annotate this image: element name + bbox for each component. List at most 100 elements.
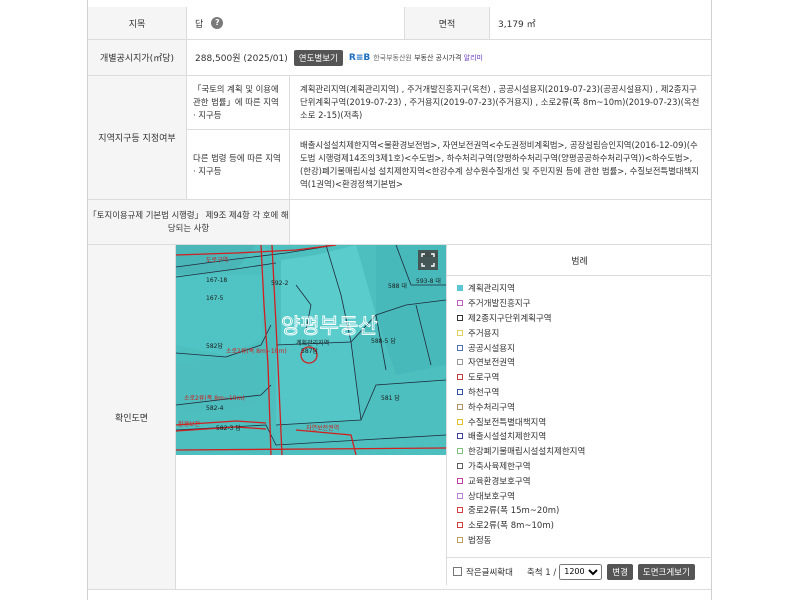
map-label-lot-582-4: 582-4 [206, 405, 224, 412]
large-map-button[interactable]: 도면크게보기 [637, 563, 695, 580]
legend-title: 범례 [447, 245, 712, 276]
reb-logo: R≡B [348, 52, 371, 63]
map-label-lot-587: 587답 [301, 348, 318, 355]
map-label-lot-588: 588 대 [388, 282, 407, 290]
legend-item-label: 주거개발진흥지구 [468, 299, 531, 310]
land-info-table: 지목 답 ? 면적 3,179 ㎡ 개별공시지가(㎡당) 288,500원 (2… [87, 0, 712, 600]
legend-swatch [457, 403, 463, 410]
legend-item: 계획관리지역 [457, 281, 712, 296]
legend-item-label: 소로2류(폭 8m~10m) [468, 521, 554, 532]
national-law-label-text: 「국토의 계획 및 이용에 관한 법률」에 따른 지역 · 지구등 [193, 84, 279, 120]
map-label-lot-167-5: 167-5 [206, 295, 224, 302]
category-label: 지목 [88, 7, 187, 40]
legend-item-label: 한강폐기물매립시설설치제한지역 [468, 447, 586, 458]
help-icon[interactable]: ? [211, 17, 224, 29]
legend-item-label: 중로2류(폭 15m~20m) [468, 506, 560, 517]
legend-item: 도로구역 [457, 370, 712, 385]
area-label-text: 면적 [438, 19, 456, 30]
legend-item: 제2종지구단위계획구역 [457, 311, 712, 326]
map-label-lot-588-5: 588-5 답 [371, 338, 396, 345]
price-label-text: 개별공시지가(㎡당) [100, 54, 174, 64]
map-label-zone-env: 환경보전 [178, 420, 200, 428]
legend-swatch [457, 477, 463, 484]
legend-item-label: 법정동 [468, 535, 492, 546]
reb-link[interactable]: R≡B 한국부동산원 부동산 공시가격 알리미 [349, 53, 483, 63]
legend-item: 상대보호구역 [457, 488, 712, 503]
legend-swatch [457, 329, 463, 336]
legend-footer: 작은글씨확대 축척 1 / 1200 변경 도면크게보기 [447, 557, 712, 585]
map-label-road-top: 도로구역 [206, 256, 228, 264]
enlarge-text-checkbox[interactable] [453, 567, 462, 576]
legend-swatch [457, 359, 463, 366]
legend-item: 하수처리구역 [457, 399, 712, 414]
scale-change-button[interactable]: 변경 [607, 563, 633, 580]
legend-item-label: 주거용지 [468, 328, 500, 339]
legend-item-label: 도로구역 [468, 373, 500, 384]
other-law-label-text: 다른 법령 등에 따른 지역 · 지구등 [193, 152, 281, 176]
area-value: 3,179 ㎡ [498, 19, 536, 30]
legend-swatch [457, 462, 463, 469]
legend-swatch [457, 492, 463, 499]
legend-swatch [457, 448, 463, 455]
map-section-label: 확인도면 [88, 245, 176, 590]
price-value-cell: 288,500원 (2025/01) 연도별보기 R≡B 한국부동산원 부동산 … [187, 40, 711, 76]
legend-swatch [457, 522, 463, 529]
legend-item: 주거개발진흥지구 [457, 296, 712, 311]
category-label-text: 지목 [128, 19, 146, 30]
national-law-value-text: 계획관리지역(계획관리지역) , 주거개발진흥지구(옥천) , 공공시설용지(2… [300, 84, 700, 120]
reb-service-2: 알리미 [463, 53, 483, 62]
legend-item-label: 수질보전특별대책지역 [468, 417, 547, 428]
decree-value [290, 200, 711, 245]
legend-swatch [457, 344, 463, 351]
map-label-road-small-1: 소로2류(폭 8m~10m) [226, 348, 287, 355]
national-law-label: 「국토의 계획 및 이용에 관한 법률」에 따른 지역 · 지구등 [187, 76, 290, 130]
legend-swatch [457, 388, 463, 395]
legend-item: 교육환경보호구역 [457, 473, 712, 488]
legend-item-label: 제2종지구단위계획구역 [468, 313, 552, 324]
map-label-road-small-2: 소로2류(폭 8m~10m) [184, 395, 245, 402]
yearly-view-button[interactable]: 연도별보기 [293, 49, 343, 66]
legend-item: 자연보전권역 [457, 355, 712, 370]
legend-swatch [457, 507, 463, 514]
legend-item: 한강폐기물매립시설설치제한지역 [457, 444, 712, 459]
map-label-lot-167-18: 167-18 [206, 277, 227, 284]
zoning-label-text: 지역지구등 지정여부 [98, 134, 176, 144]
legend-item: 수질보전특별대책지역 [457, 414, 712, 429]
legend-item-label: 교육환경보호구역 [468, 476, 531, 487]
legend-item: 가축사육제한구역 [457, 459, 712, 474]
other-law-value-text: 배출시설설치제한지역<물환경보전법>, 자연보전권역<수도권정비계획법>, 공장… [300, 139, 699, 189]
legend-swatch [457, 536, 463, 543]
area-label: 면적 [405, 7, 490, 40]
scale-select[interactable]: 1200 [559, 563, 603, 580]
map-label-lot-593-8: 593-8 대 [416, 277, 441, 285]
legend-item-label: 배출시설설치제한지역 [468, 432, 547, 443]
legend-item-label: 계획관리지역 [468, 284, 515, 295]
legend-swatch [457, 314, 463, 321]
legend-swatch [457, 285, 463, 292]
category-value-cell: 답 ? [187, 7, 405, 40]
legend-swatch [457, 433, 463, 440]
enlarge-text-label[interactable]: 작은글씨확대 [466, 566, 513, 578]
other-law-label: 다른 법령 등에 따른 지역 · 지구등 [187, 130, 290, 200]
price-value: 288,500원 (2025/01) [195, 54, 288, 64]
category-value: 답 [195, 19, 204, 30]
legend-item: 배출시설설치제한지역 [457, 429, 712, 444]
map-label-zone-nature: 자연보전권역 [306, 424, 339, 432]
national-law-value: 계획관리지역(계획관리지역) , 주거개발진흥지구(옥천) , 공공시설용지(2… [290, 76, 711, 130]
legend-item: 주거용지 [457, 325, 712, 340]
legend-item: 중로2류(폭 15m~20m) [457, 503, 712, 518]
legend-swatch [457, 374, 463, 381]
expand-icon [418, 250, 438, 270]
cadastral-map[interactable]: 양평부동산 도로구역 588 대 593-8 대 582답 계획관리지역 587… [176, 245, 446, 455]
reb-org: 한국부동산원 [373, 53, 412, 62]
legend-item: 소로2류(폭 8m~10m) [457, 518, 712, 533]
zoning-label: 지역지구등 지정여부 [88, 76, 187, 200]
map-section-label-text: 확인도면 [114, 413, 149, 424]
area-value-cell: 3,179 ㎡ [490, 7, 711, 40]
price-label: 개별공시지가(㎡당) [88, 40, 187, 76]
legend-panel: 범례 계획관리지역 주거개발진흥지구 제2종지구단위계획구역 주거용지 공공시설용지 자연… [446, 245, 712, 585]
legend-item-label: 자연보전권역 [468, 358, 515, 369]
legend-item: 법정동 [457, 533, 712, 548]
other-law-value: 배출시설설치제한지역<물환경보전법>, 자연보전권역<수도권정비계획법>, 공장… [290, 130, 711, 200]
map-label-lot-582-3: 582-3 답 [216, 425, 241, 432]
